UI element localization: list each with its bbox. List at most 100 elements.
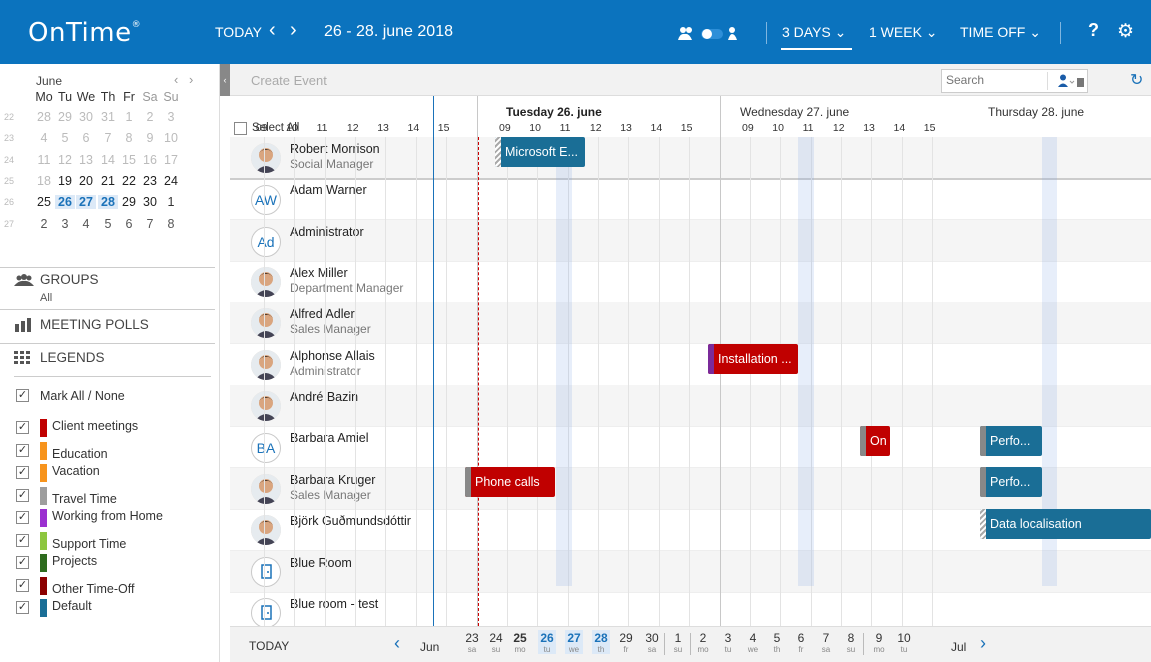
person-name[interactable]: Alfred Adler [290,307,355,321]
person-name[interactable]: Barbara Kruger [290,473,375,487]
gear-icon[interactable]: ⚙ [1117,20,1134,43]
event-block[interactable]: Perfo... [980,467,1042,497]
event-block[interactable]: Perfo... [980,426,1042,456]
legend-checkbox[interactable]: ✓ [16,578,29,592]
mini-calendar-day[interactable]: 21 [98,174,118,188]
mini-calendar-day[interactable]: 3 [55,217,75,231]
mini-calendar-day[interactable]: 4 [34,131,54,145]
meeting-polls-label[interactable]: MEETING POLLS [40,317,149,332]
mini-calendar-day[interactable]: 29 [119,195,139,209]
mini-calendar-day[interactable]: 8 [119,131,139,145]
legend-label[interactable]: Working from Home [52,509,163,523]
legend-label[interactable]: Travel Time [52,492,117,506]
event-block[interactable]: Phone calls [465,467,555,497]
footer-day[interactable]: 1 su [669,630,687,654]
person-name[interactable]: Blue Room [290,556,352,570]
mini-calendar-day[interactable]: 16 [140,153,160,167]
mini-calendar-day[interactable]: 26 [55,195,75,209]
legends-label[interactable]: LEGENDS [40,350,105,365]
legend-checkbox[interactable]: ✓ [16,533,29,547]
footer-day[interactable]: 7 sa [817,630,835,654]
mini-calendar-day[interactable]: 20 [76,174,96,188]
mini-calendar-prev-icon[interactable]: ‹ [174,72,178,87]
legend-label[interactable]: Client meetings [52,419,138,433]
mini-calendar-day[interactable]: 7 [98,131,118,145]
footer-next-icon[interactable]: › [980,633,986,654]
event-block[interactable]: Installation ... [708,344,798,374]
person-name[interactable]: Administrator [290,225,364,239]
footer-day[interactable]: 4 we [744,630,762,654]
mini-calendar-day[interactable]: 11 [34,153,54,167]
event-block[interactable]: Microsoft E... [495,137,585,167]
legend-label[interactable]: Other Time-Off [52,582,134,596]
mini-calendar-day[interactable]: 22 [119,174,139,188]
mark-all-label[interactable]: Mark All / None [40,389,125,403]
footer-day[interactable]: 26 tu [538,630,556,654]
mini-calendar-day[interactable]: 15 [119,153,139,167]
mini-calendar-day[interactable]: 13 [76,153,96,167]
mini-calendar-day[interactable]: 3 [161,110,181,124]
person-name[interactable]: Barbara Amiel [290,431,369,445]
legend-label[interactable]: Projects [52,554,97,568]
person-name[interactable]: Blue room - test [290,597,378,611]
legend-label[interactable]: Education [52,447,108,461]
footer-day[interactable]: 24 su [487,630,505,654]
mini-calendar-day[interactable]: 29 [55,110,75,124]
help-icon[interactable]: ? [1088,20,1099,41]
legend-checkbox[interactable]: ✓ [16,511,29,524]
footer-day[interactable]: 2 mo [694,630,712,654]
mini-calendar-day[interactable]: 8 [161,217,181,231]
person-name[interactable]: Robert Morrison [290,142,380,156]
legend-checkbox[interactable]: ✓ [16,601,29,614]
next-range-icon[interactable]: › [290,19,297,42]
mark-all-checkbox[interactable]: ✓ [16,389,29,402]
event-block[interactable]: On [860,426,890,456]
legend-checkbox[interactable]: ✓ [16,466,29,479]
footer-day[interactable]: 28th [592,630,610,654]
mini-calendar-day[interactable]: 28 [98,195,118,209]
search-box[interactable] [941,69,1088,93]
view-3days[interactable]: 3 DAYS ⌄ [782,24,846,41]
mini-calendar-day[interactable]: 12 [55,153,75,167]
mini-calendar-day[interactable]: 6 [119,217,139,231]
collapse-sidebar-icon[interactable]: ‹ [220,64,230,96]
mini-calendar-day[interactable]: 31 [98,110,118,124]
mini-calendar-day[interactable]: 2 [140,110,160,124]
footer-day[interactable]: 3 tu [719,630,737,654]
create-event-button[interactable]: Create Event [251,73,327,88]
footer-day[interactable]: 23 sa [463,630,481,654]
mini-calendar-day[interactable]: 7 [140,217,160,231]
mini-calendar-day[interactable]: 30 [76,110,96,124]
mini-calendar-day[interactable]: 10 [161,131,181,145]
mini-calendar-day[interactable]: 27 [76,195,96,209]
mini-calendar-day[interactable]: 24 [161,174,181,188]
legend-label[interactable]: Vacation [52,464,100,478]
mini-calendar-day[interactable]: 14 [98,153,118,167]
person-toggle-icon[interactable] [677,26,757,42]
person-name[interactable]: Björk Guðmundsdóttir [290,514,411,528]
footer-day[interactable]: 6 fr [792,630,810,654]
mini-calendar-day[interactable]: 9 [140,131,160,145]
mini-calendar-day[interactable]: 17 [161,153,181,167]
mini-calendar-next-icon[interactable]: › [189,72,193,87]
footer-day[interactable]: 8 su [842,630,860,654]
mini-calendar-day[interactable]: 1 [119,110,139,124]
select-all-checkbox[interactable] [234,122,247,135]
footer-prev-icon[interactable]: ‹ [394,633,400,654]
mini-calendar-day[interactable]: 4 [76,217,96,231]
person-name[interactable]: Alphonse Allais [290,349,375,363]
event-block[interactable]: Data localisation [980,509,1151,539]
mini-calendar-day[interactable]: 19 [55,174,75,188]
mini-calendar-day[interactable]: 25 [34,195,54,209]
mini-calendar-day[interactable]: 18 [34,174,54,188]
mini-calendar-day[interactable]: 23 [140,174,160,188]
legend-checkbox[interactable]: ✓ [16,556,29,569]
footer-day[interactable]: 30 sa [643,630,661,654]
footer-day[interactable]: 9 mo [870,630,888,654]
mini-calendar-day[interactable]: 5 [55,131,75,145]
person-name[interactable]: Alex Miller [290,266,348,280]
mini-calendar-day[interactable]: 5 [98,217,118,231]
mini-calendar-day[interactable]: 6 [76,131,96,145]
footer-day[interactable]: 25 mo [511,630,529,654]
mini-calendar-day[interactable]: 1 [161,195,181,209]
